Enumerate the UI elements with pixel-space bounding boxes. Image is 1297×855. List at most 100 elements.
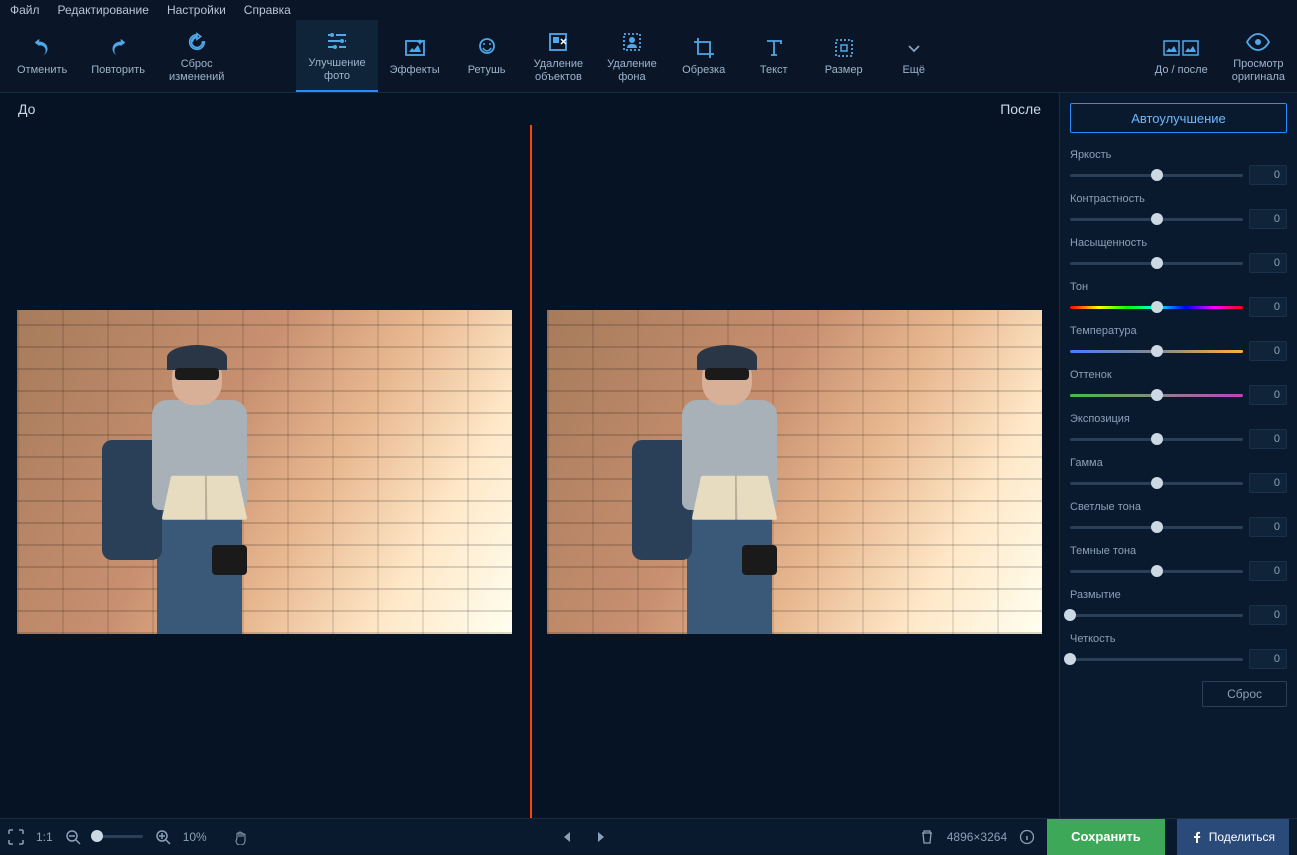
- view-original-button-label: Просмотроригинала: [1232, 58, 1285, 84]
- slider-label: Температура: [1070, 325, 1287, 337]
- delete-icon[interactable]: [919, 829, 935, 845]
- slider-track[interactable]: [1070, 262, 1243, 265]
- reset-changes-button[interactable]: Сбросизменений: [157, 20, 236, 92]
- effects-button[interactable]: Эффекты: [378, 20, 452, 92]
- slider-value[interactable]: 0: [1249, 429, 1287, 449]
- slider-thumb[interactable]: [1151, 213, 1163, 225]
- slider-thumb[interactable]: [1151, 257, 1163, 269]
- auto-enhance-button[interactable]: Автоулучшение: [1070, 103, 1287, 133]
- prev-image-icon[interactable]: [560, 830, 574, 844]
- menu-файл[interactable]: Файл: [10, 3, 40, 17]
- slider-thumb[interactable]: [1151, 521, 1163, 533]
- menu-редактирование[interactable]: Редактирование: [58, 3, 149, 17]
- slider-track[interactable]: [1070, 218, 1243, 221]
- slider-value[interactable]: 0: [1249, 209, 1287, 229]
- slider-label: Темные тона: [1070, 545, 1287, 557]
- resize-button-label: Размер: [825, 64, 863, 77]
- slider-value[interactable]: 0: [1249, 649, 1287, 669]
- enhance-photo-button[interactable]: Улучшениефото: [296, 20, 377, 92]
- resize-button[interactable]: Размер: [809, 20, 879, 92]
- remove-background-button[interactable]: Удалениефона: [595, 20, 669, 92]
- before-after-divider[interactable]: [530, 125, 532, 818]
- slider-track[interactable]: [1070, 614, 1243, 617]
- slider-group-2: Насыщенность0: [1070, 237, 1287, 273]
- text-button[interactable]: Текст: [739, 20, 809, 92]
- slider-value[interactable]: 0: [1249, 341, 1287, 361]
- slider-thumb[interactable]: [1151, 345, 1163, 357]
- more-button[interactable]: Ещё: [879, 20, 949, 92]
- menu-настройки[interactable]: Настройки: [167, 3, 226, 17]
- remove-objects-button[interactable]: Удалениеобъектов: [522, 20, 596, 92]
- slider-track[interactable]: [1070, 438, 1243, 441]
- hand-tool-icon[interactable]: [233, 829, 249, 845]
- toolbar-center: Улучшениефото Эффекты РетушьУдалениеобъект…: [236, 20, 1142, 92]
- slider-label: Оттенок: [1070, 369, 1287, 381]
- before-image-container: [0, 310, 530, 634]
- slider-track[interactable]: [1070, 526, 1243, 529]
- zoom-out-icon[interactable]: [65, 829, 81, 845]
- view-original-button[interactable]: Просмотроригинала: [1220, 20, 1297, 92]
- menu-справка[interactable]: Справка: [244, 3, 291, 17]
- fullscreen-icon[interactable]: [8, 829, 24, 845]
- slider-value[interactable]: 0: [1249, 385, 1287, 405]
- after-image-container: [530, 310, 1060, 634]
- slider-label: Тон: [1070, 281, 1287, 293]
- slider-thumb[interactable]: [1151, 477, 1163, 489]
- adjustments-panel: Автоулучшение Яркость0Контрастность0Насы…: [1059, 93, 1297, 818]
- slider-thumb[interactable]: [1151, 433, 1163, 445]
- slider-thumb[interactable]: [1064, 653, 1076, 665]
- remove-background-button-label: Удалениефона: [607, 58, 657, 84]
- slider-label: Контрастность: [1070, 193, 1287, 205]
- slider-value[interactable]: 0: [1249, 165, 1287, 185]
- redo-icon: [107, 34, 129, 62]
- zoom-slider[interactable]: [93, 835, 143, 838]
- slider-track[interactable]: [1070, 570, 1243, 573]
- retouch-button[interactable]: Ретушь: [452, 20, 522, 92]
- slider-track[interactable]: [1070, 394, 1243, 397]
- slider-value[interactable]: 0: [1249, 297, 1287, 317]
- slider-group-7: Гамма 0: [1070, 457, 1287, 493]
- before-image[interactable]: [17, 310, 512, 634]
- reset-changes-icon: [186, 28, 208, 56]
- before-after-button-label: До / после: [1155, 64, 1208, 77]
- slider-value[interactable]: 0: [1249, 517, 1287, 537]
- toolbar-left: ОтменитьПовторитьСбросизменений: [0, 20, 236, 92]
- slider-value[interactable]: 0: [1249, 561, 1287, 581]
- slider-value[interactable]: 0: [1249, 473, 1287, 493]
- slider-thumb[interactable]: [1151, 389, 1163, 401]
- zoom-in-icon[interactable]: [155, 829, 171, 845]
- bottombar: 1:1 10% 4896×3264 Сохранить Поделиться: [0, 818, 1297, 854]
- crop-button-label: Обрезка: [682, 64, 725, 77]
- slider-thumb[interactable]: [1151, 565, 1163, 577]
- reset-button[interactable]: Сброс: [1202, 681, 1287, 707]
- effects-button-label: Эффекты: [390, 64, 440, 77]
- slider-thumb[interactable]: [1151, 169, 1163, 181]
- share-button[interactable]: Поделиться: [1177, 819, 1289, 855]
- slider-track[interactable]: [1070, 658, 1243, 661]
- slider-thumb[interactable]: [1064, 609, 1076, 621]
- slider-value[interactable]: 0: [1249, 605, 1287, 625]
- before-after-button[interactable]: До / после: [1143, 20, 1220, 92]
- crop-button[interactable]: Обрезка: [669, 20, 739, 92]
- facebook-icon: [1191, 831, 1203, 843]
- info-icon[interactable]: [1019, 829, 1035, 845]
- slider-label: Экспозиция: [1070, 413, 1287, 425]
- slider-value[interactable]: 0: [1249, 253, 1287, 273]
- next-image-icon[interactable]: [594, 830, 608, 844]
- undo-button[interactable]: Отменить: [5, 20, 79, 92]
- slider-thumb[interactable]: [1151, 301, 1163, 313]
- slider-group-0: Яркость0: [1070, 149, 1287, 185]
- slider-track[interactable]: [1070, 350, 1243, 353]
- view-original-icon: [1246, 28, 1270, 56]
- fit-label[interactable]: 1:1: [36, 830, 53, 844]
- canvas-area: До После: [0, 93, 1059, 818]
- redo-button[interactable]: Повторить: [79, 20, 157, 92]
- slider-label: Гамма: [1070, 457, 1287, 469]
- slider-track[interactable]: [1070, 482, 1243, 485]
- slider-track[interactable]: [1070, 306, 1243, 309]
- save-button[interactable]: Сохранить: [1047, 819, 1165, 855]
- slider-group-9: Темные тона 0: [1070, 545, 1287, 581]
- slider-track[interactable]: [1070, 174, 1243, 177]
- more-button-label: Ещё: [902, 64, 925, 77]
- after-image[interactable]: [547, 310, 1042, 634]
